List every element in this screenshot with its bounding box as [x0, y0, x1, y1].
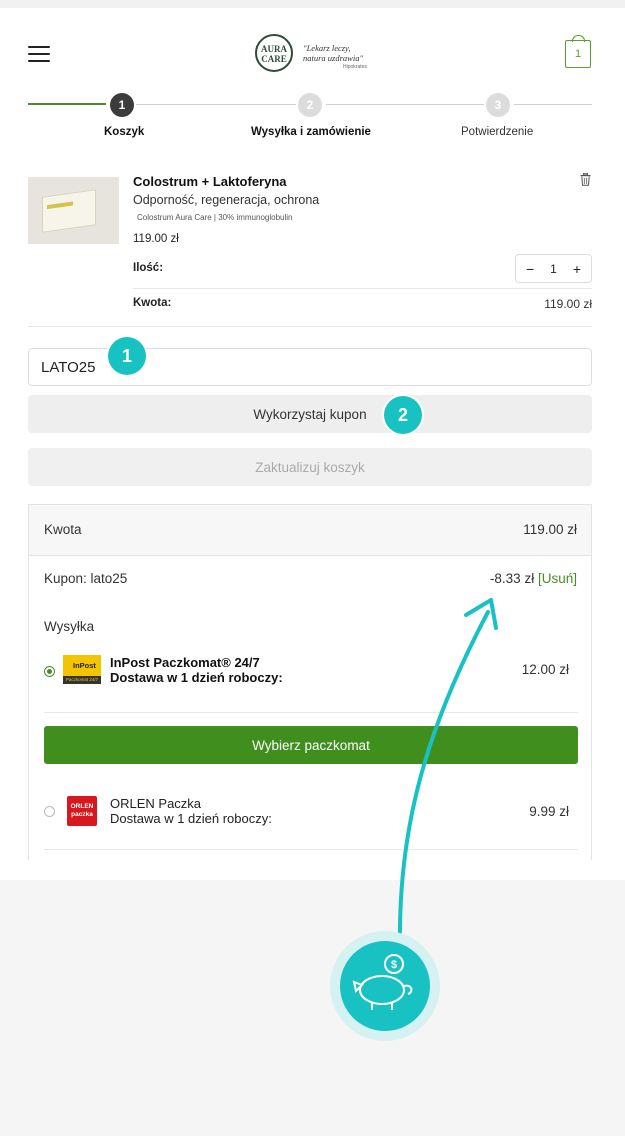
step-2-label: Wysyłka i zamówienie: [251, 126, 371, 138]
quantity-stepper[interactable]: − 1 +: [515, 254, 592, 283]
orlen-logo: ORLEN paczka: [67, 796, 97, 826]
logo-text-aura: AURA: [261, 44, 287, 54]
remove-coupon-link[interactable]: [Usuń]: [538, 571, 577, 586]
inpost-delivery: Dostawa w 1 dzień roboczy:: [110, 670, 283, 685]
orlen-delivery: Dostawa w 1 dzień roboczy:: [110, 811, 272, 826]
inpost-price: 12.00 zł: [521, 662, 569, 677]
top-band: [0, 0, 625, 8]
step-2-dot: 2: [298, 93, 322, 117]
tagline-line2: natura uzdrawia": [303, 53, 364, 63]
logo-tagline: "Lekarz leczy, natura uzdrawia": [303, 43, 363, 63]
tagline-line1: "Lekarz leczy,: [303, 43, 351, 53]
shipping-radio-orlen[interactable]: [44, 806, 55, 817]
decrement-button[interactable]: −: [526, 261, 534, 277]
logo-text-care: CARE: [261, 54, 287, 64]
divider: [44, 849, 578, 850]
shipping-label: Wysyłka: [44, 619, 95, 634]
update-cart-button[interactable]: Zaktualizuj koszyk: [28, 448, 592, 486]
increment-button[interactable]: +: [573, 261, 581, 277]
amount-value: 119.00 zł: [544, 297, 592, 311]
orlen-logo-sub: paczka: [71, 811, 93, 818]
tagline-author: Hipokrates: [343, 64, 367, 70]
divider: [133, 288, 592, 289]
product-subtitle: Odporność, regeneracja, ochrona: [133, 193, 320, 207]
totals-amount-value: 119.00 zł: [523, 522, 577, 537]
shipping-option-orlen[interactable]: ORLEN Paczka Dostawa w 1 dzień roboczy:: [110, 796, 272, 826]
product-details: Colostrum Aura Care | 30% immunoglobulin: [137, 213, 293, 222]
logo[interactable]: AURA CARE "Lekarz leczy, natura uzdrawia…: [255, 34, 395, 76]
product-image[interactable]: [28, 177, 119, 244]
step-line: [326, 104, 484, 105]
choose-locker-button[interactable]: Wybierz paczkomat: [44, 726, 578, 764]
quantity-label: Ilość:: [133, 262, 164, 274]
menu-icon[interactable]: [28, 46, 50, 62]
divider: [44, 712, 578, 713]
orlen-name: ORLEN Paczka: [110, 796, 202, 811]
inpost-logo: InPost Paczkomat 24/7: [63, 655, 101, 684]
totals-amount-label: Kwota: [44, 522, 82, 537]
orlen-price: 9.99 zł: [529, 804, 569, 819]
piggy-bank-icon: $: [330, 931, 440, 1041]
coupon-row-value: -8.33 zł [Usuń]: [490, 571, 577, 586]
checkout-steps: 1 2 3 Koszyk Wysyłka i zamówienie Potwie…: [28, 92, 592, 142]
cart-count: 1: [574, 48, 582, 60]
header: AURA CARE "Lekarz leczy, natura uzdrawia…: [20, 18, 600, 90]
amount-label: Kwota:: [133, 297, 172, 309]
product-name[interactable]: Colostrum + Laktoferyna: [133, 174, 287, 189]
trash-icon[interactable]: [578, 172, 592, 189]
step-line: [514, 104, 592, 105]
step-line-done: [28, 103, 106, 105]
totals-amount-row: Kwota 119.00 zł: [29, 505, 591, 556]
annotation-badge-2: 2: [384, 396, 422, 434]
coupon-row-label: Kupon: lato25: [44, 571, 128, 586]
shipping-radio-inpost[interactable]: [44, 666, 55, 677]
step-3-dot: 3: [486, 93, 510, 117]
inpost-logo-text: InPost: [73, 661, 96, 670]
inpost-name: InPost Paczkomat® 24/7: [110, 655, 260, 670]
step-line: [136, 104, 296, 105]
logo-mark: AURA CARE: [255, 34, 293, 72]
annotation-badge-1: 1: [108, 337, 146, 375]
apply-coupon-button[interactable]: Wykorzystaj kupon: [28, 395, 592, 433]
step-3-label: Potwierdzenie: [461, 126, 534, 138]
step-1-label: Koszyk: [104, 126, 145, 138]
inpost-logo-sub: Paczkomat 24/7: [63, 676, 101, 684]
shipping-option-inpost[interactable]: InPost Paczkomat® 24/7 Dostawa w 1 dzień…: [110, 655, 283, 685]
orlen-logo-text: ORLEN: [70, 803, 94, 810]
cart-icon[interactable]: 1: [565, 35, 591, 68]
divider: [28, 326, 592, 327]
cart-totals: Kwota 119.00 zł Kupon: lato25 -8.33 zł […: [28, 504, 592, 860]
step-1-dot: 1: [110, 93, 134, 117]
coupon-discount: -8.33 zł: [489, 571, 535, 586]
quantity-value[interactable]: 1: [550, 262, 557, 276]
svg-text:$: $: [391, 959, 397, 971]
product-price: 119.00 zł: [133, 233, 179, 245]
